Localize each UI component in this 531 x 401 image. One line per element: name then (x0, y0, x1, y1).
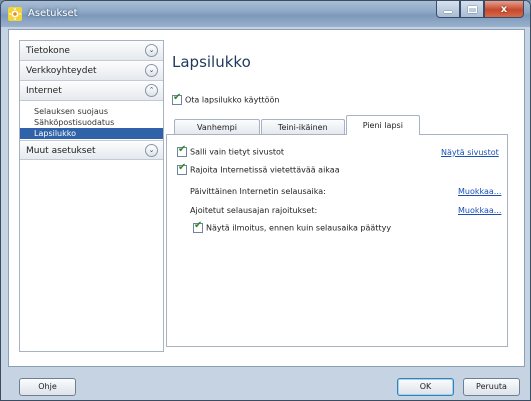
minimize-button[interactable] (436, 1, 460, 18)
allow-sites-checkbox[interactable]: ✔ (177, 144, 187, 157)
settings-sidebar: Tietokone ⌄ Verkkoyhteydet ⌄ Internet ⌃ … (19, 40, 164, 352)
sidebar-section-tietokone[interactable]: Tietokone ⌄ (20, 41, 163, 61)
notify-row[interactable]: ✔ Näytä ilmoitus, ennen kuin selausaika p… (193, 220, 392, 233)
page-title: Lapsilukko (172, 53, 251, 71)
sidebar-section-internet[interactable]: Internet ⌃ (20, 81, 163, 101)
sidebar-section-muut-asetukset[interactable]: Muut asetukset ⌄ (20, 140, 163, 160)
limit-time-checkbox[interactable]: ✔ (177, 162, 187, 175)
sidebar-item-lapsilukko[interactable]: Lapsilukko (20, 128, 163, 139)
checkmark-icon: ✔ (173, 92, 182, 103)
sidebar-section-label: Verkkoyhteydet (26, 66, 97, 76)
chevron-up-icon[interactable]: ⌃ (145, 84, 158, 97)
window-title: Asetukset (28, 8, 78, 19)
sidebar-item-sahkopostisuodatus[interactable]: Sähköpostisuodatus (20, 117, 163, 128)
scheduled-limits-label: Ajoitetut selausajan rajoitukset: (190, 206, 318, 215)
settings-content: Lapsilukko ✔ Ota lapsilukko käyttöön Vanh… (164, 40, 516, 352)
tab-teini-ikainen[interactable]: Teini-ikäinen (260, 119, 345, 135)
internet-section-items: Selauksen suojaus Sähköpostisuodatus Lap… (20, 101, 163, 140)
allow-sites-row[interactable]: ✔ Salli vain tietyt sivustot (177, 144, 285, 157)
settings-window: Asetukset x Tietokone ⌄ Verkkoyhteydet ⌄… (0, 0, 531, 401)
close-icon: x (500, 3, 508, 15)
minimize-icon (444, 10, 452, 13)
sidebar-section-label: Tietokone (26, 46, 70, 56)
enable-parental-control-label: Ota lapsilukko käyttöön (185, 95, 280, 105)
chevron-down-icon[interactable]: ⌄ (145, 144, 158, 157)
cancel-button[interactable]: Peruuta (463, 378, 520, 396)
limit-time-label: Rajoita Internetissä vietettävää aikaa (190, 165, 340, 175)
checkmark-icon: ✔ (178, 144, 187, 155)
close-button[interactable]: x (484, 1, 524, 18)
enable-parental-control-row[interactable]: ✔ Ota lapsilukko käyttöön (172, 92, 280, 105)
edit-scheduled-limits-link[interactable]: Muokkaa... (458, 206, 501, 215)
app-icon (8, 7, 22, 21)
age-profile-tabs: Vanhempi Teini-ikäinen Pieni lapsi (174, 115, 421, 135)
help-button[interactable]: Ohje (19, 378, 76, 396)
checkmark-icon: ✔ (178, 162, 187, 173)
title-bar[interactable]: Asetukset x (1, 1, 530, 27)
ok-button[interactable]: OK (397, 378, 454, 396)
notify-label: Näytä ilmoitus, ennen kuin selausaika pä… (206, 223, 392, 233)
chevron-down-icon[interactable]: ⌄ (145, 44, 158, 57)
client-area: Tietokone ⌄ Verkkoyhteydet ⌄ Internet ⌃ … (8, 29, 525, 367)
allow-sites-label: Salli vain tietyt sivustot (190, 147, 285, 157)
sidebar-section-verkkoyhteydet[interactable]: Verkkoyhteydet ⌄ (20, 61, 163, 81)
sidebar-section-label: Internet (26, 86, 62, 96)
maximize-button[interactable] (460, 1, 484, 18)
tab-vanhempi[interactable]: Vanhempi (174, 119, 260, 135)
edit-daily-time-link[interactable]: Muokkaa... (458, 187, 501, 196)
enable-parental-control-checkbox[interactable]: ✔ (172, 92, 182, 105)
daily-time-label: Päivittäinen Internetin selausaika: (190, 187, 326, 196)
tab-pieni-lapsi[interactable]: Pieni lapsi (345, 115, 420, 135)
chevron-down-icon[interactable]: ⌄ (145, 64, 158, 77)
tab-panel-pieni-lapsi: ✔ Salli vain tietyt sivustot Näytä sivust… (166, 134, 508, 347)
maximize-icon (467, 5, 477, 13)
notify-checkbox[interactable]: ✔ (193, 220, 203, 233)
checkmark-icon: ✔ (194, 220, 203, 231)
show-sites-link[interactable]: Näytä sivustot (441, 148, 499, 157)
sidebar-section-label: Muut asetukset (26, 146, 96, 156)
sidebar-item-selauksen-suojaus[interactable]: Selauksen suojaus (20, 106, 163, 117)
limit-time-row[interactable]: ✔ Rajoita Internetissä vietettävää aikaa (177, 162, 340, 175)
